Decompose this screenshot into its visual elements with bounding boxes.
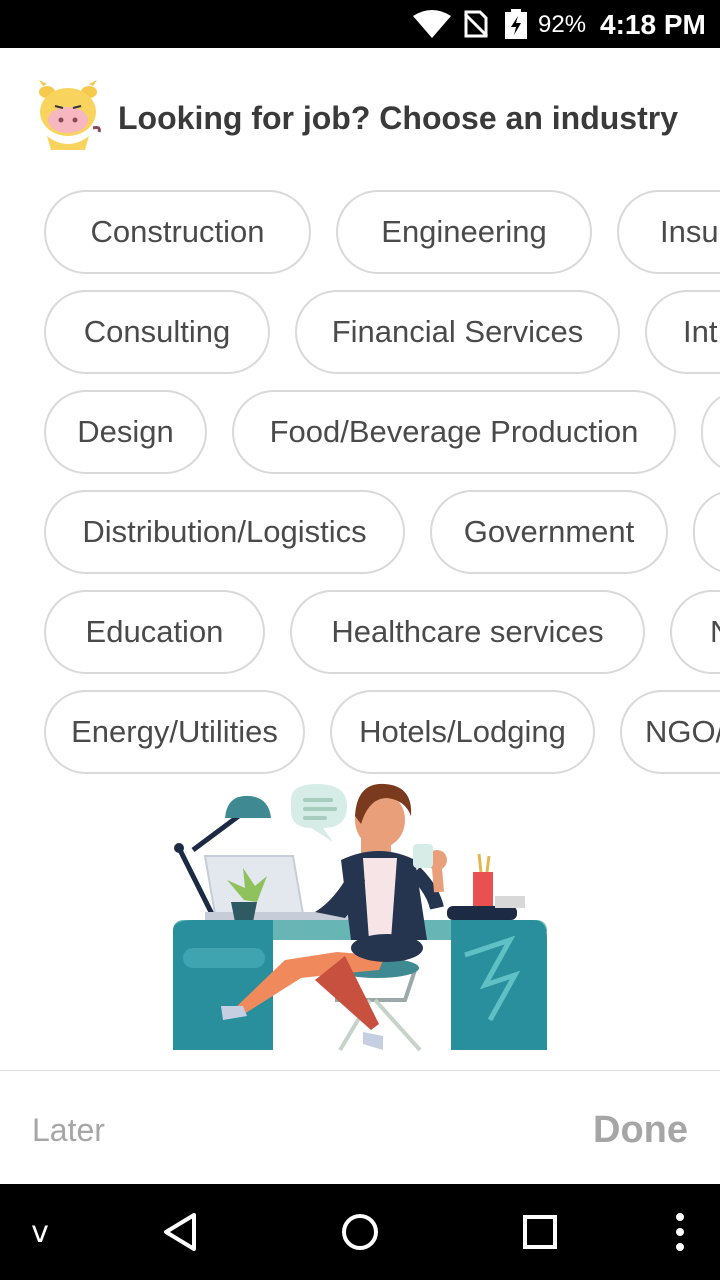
chip-label: Food/Beverage Production	[269, 414, 639, 449]
footer-divider	[0, 1070, 720, 1071]
more-options-icon[interactable]	[660, 1184, 700, 1280]
woman-at-desk-illustration	[165, 780, 560, 1055]
chip-label: Construction	[90, 214, 265, 249]
chip-label: Consulting	[83, 314, 231, 349]
industry-chip-engineering[interactable]: Engineering	[336, 190, 592, 274]
industry-chip-partial[interactable]	[693, 490, 720, 574]
chip-label: Education	[85, 614, 224, 649]
chip-label: Int	[683, 314, 718, 349]
battery-percent: 92%	[538, 11, 587, 38]
chip-label: Hotels/Lodging	[359, 714, 566, 749]
industry-chip-list: Construction Engineering Insu Consulting…	[0, 190, 720, 780]
wifi-icon	[413, 10, 451, 43]
chip-label: Government	[463, 514, 635, 549]
industry-chip-insurance[interactable]: Insu	[617, 190, 720, 274]
industry-chip-construction[interactable]: Construction	[44, 190, 311, 274]
no-sim-icon	[463, 10, 489, 43]
done-button[interactable]: Done	[593, 1108, 688, 1152]
industry-chip-energy-utilities[interactable]: Energy/Utilities	[44, 690, 305, 774]
chip-label: NGO/	[645, 714, 720, 749]
home-icon[interactable]	[330, 1184, 390, 1280]
later-button[interactable]: Later	[32, 1110, 105, 1150]
chip-label: N	[710, 592, 720, 672]
chip-label: Distribution/Logistics	[82, 514, 367, 549]
industry-chip-healthcare-services[interactable]: Healthcare services	[290, 590, 645, 674]
recents-icon[interactable]	[510, 1184, 570, 1280]
page-title: Looking for job? Choose an industry	[118, 100, 678, 136]
status-bar: 92% 4:18 PM	[0, 0, 720, 48]
industry-chip-distribution-logistics[interactable]: Distribution/Logistics	[44, 490, 405, 574]
industry-chip-int[interactable]: Int	[645, 290, 720, 374]
industry-chip-design[interactable]: Design	[44, 390, 207, 474]
cow-mascot-icon	[33, 80, 103, 152]
chip-label: Engineering	[381, 214, 547, 249]
industry-chip-financial-services[interactable]: Financial Services	[295, 290, 620, 374]
chip-label: Insu	[660, 214, 719, 249]
system-nav-bar: v	[0, 1184, 720, 1280]
industry-chip-partial[interactable]	[701, 390, 720, 474]
chip-label: Design	[77, 414, 174, 449]
industry-chip-n[interactable]: N	[670, 590, 720, 674]
chip-label: Energy/Utilities	[71, 714, 278, 749]
industry-chip-food-beverage-production[interactable]: Food/Beverage Production	[232, 390, 676, 474]
chip-label: Healthcare services	[331, 614, 604, 649]
status-time: 4:18 PM	[600, 9, 706, 40]
keyboard-hide-icon[interactable]: v	[20, 1184, 60, 1280]
industry-chip-ngo[interactable]: NGO/	[620, 690, 720, 774]
industry-chip-hotels-lodging[interactable]: Hotels/Lodging	[330, 690, 595, 774]
industry-chip-government[interactable]: Government	[430, 490, 668, 574]
back-icon[interactable]	[150, 1184, 210, 1280]
battery-charging-icon	[505, 9, 527, 44]
chip-label: Financial Services	[331, 314, 584, 349]
industry-chip-consulting[interactable]: Consulting	[44, 290, 270, 374]
industry-chip-education[interactable]: Education	[44, 590, 265, 674]
keyboard-hide-glyph: v	[31, 1214, 49, 1250]
